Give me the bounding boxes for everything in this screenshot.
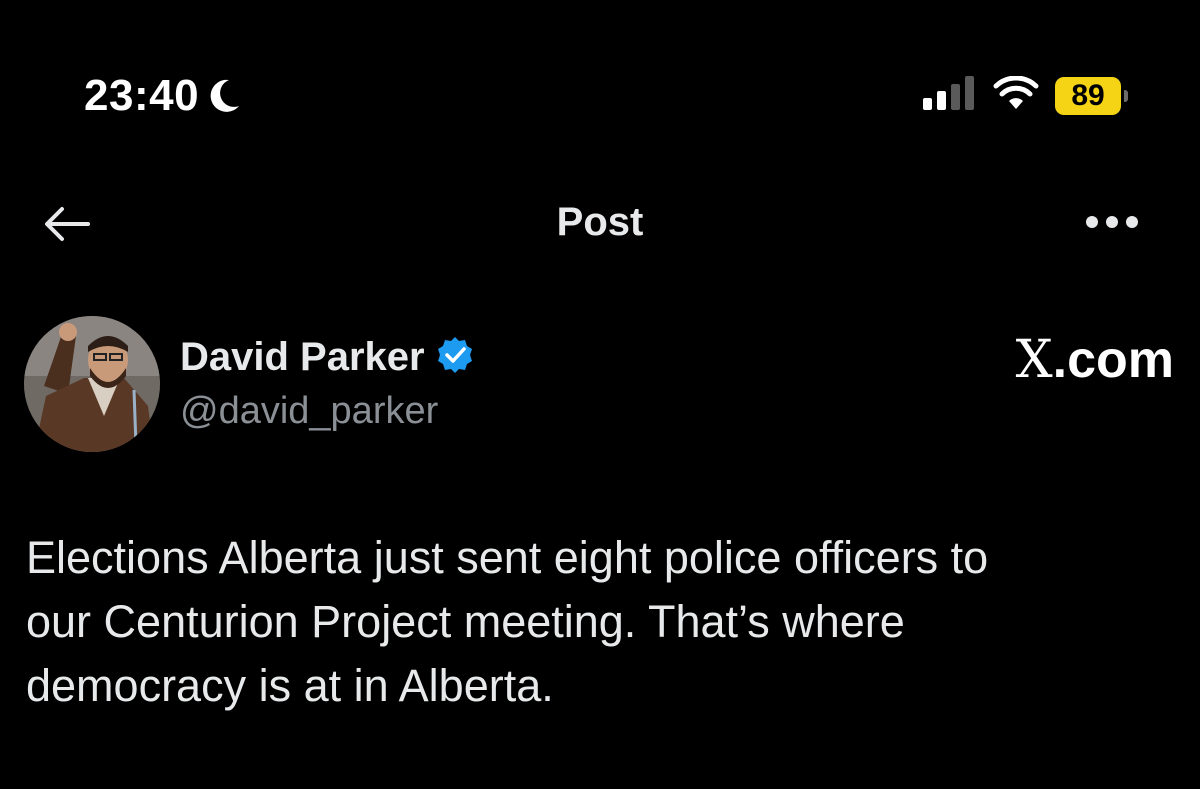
author-handle[interactable]: @david_parker bbox=[180, 388, 475, 434]
site-watermark-x: X bbox=[1015, 330, 1053, 390]
avatar[interactable] bbox=[24, 316, 160, 452]
site-watermark-domain: .com bbox=[1052, 331, 1174, 389]
post-author-row: David Parker @david_parker X.com bbox=[24, 316, 1174, 456]
nav-bar: Post bbox=[0, 180, 1200, 264]
post-text-line: Elections Alberta just sent eight police… bbox=[26, 532, 989, 583]
status-time: 23:40 bbox=[84, 71, 200, 120]
moon-icon bbox=[207, 76, 243, 116]
post-text: Elections Alberta just sent eight police… bbox=[26, 526, 1166, 718]
wifi-icon bbox=[993, 75, 1039, 115]
battery-cap bbox=[1124, 89, 1128, 102]
display-name-line: David Parker bbox=[180, 334, 475, 380]
page-title: Post bbox=[556, 200, 644, 244]
status-bar: 23:40 89 bbox=[0, 0, 1200, 150]
author-info: David Parker @david_parker bbox=[180, 334, 475, 434]
post-text-line: democracy is at in Alberta. bbox=[26, 660, 554, 711]
post-text-line: our Centurion Project meeting. That’s wh… bbox=[26, 596, 905, 647]
status-indicators: 89 bbox=[923, 75, 1128, 115]
status-time-group: 23:40 bbox=[84, 72, 243, 120]
verified-badge-icon bbox=[435, 335, 475, 380]
signal-icon bbox=[923, 76, 977, 115]
more-options-icon bbox=[1086, 216, 1138, 228]
battery-level: 89 bbox=[1055, 76, 1121, 115]
more-options-button[interactable] bbox=[1080, 202, 1144, 242]
site-watermark: X.com bbox=[1016, 332, 1174, 388]
battery-icon: 89 bbox=[1055, 76, 1128, 115]
author-display-name[interactable]: David Parker bbox=[180, 334, 425, 380]
